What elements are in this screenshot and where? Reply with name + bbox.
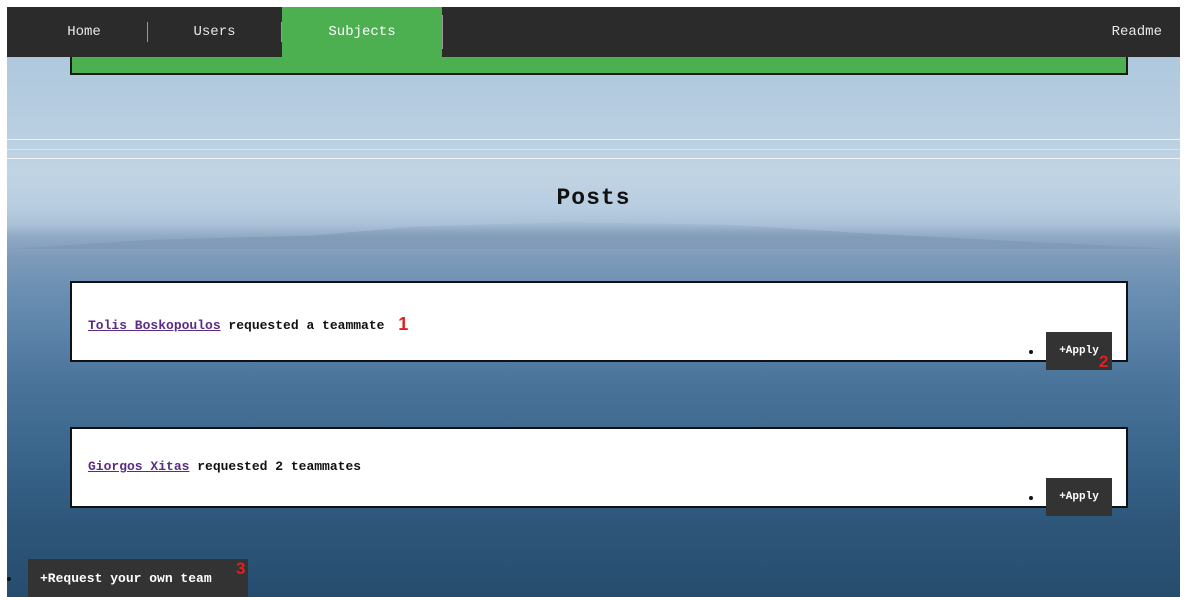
annotation-marker: 3 xyxy=(236,559,246,578)
nav-users-link[interactable]: Users xyxy=(148,7,281,57)
request-team-button[interactable]: +Request your own team xyxy=(28,559,248,597)
page-title: Posts xyxy=(556,185,631,211)
post-request-text: requested 2 teammates xyxy=(189,459,362,474)
list-bullet xyxy=(1029,496,1033,500)
top-navbar: Home Users Subjects Readme xyxy=(7,7,1180,57)
post-request-text: requested a teammate xyxy=(220,318,385,333)
post-card: Tolis Boskopoulos requested a teammate 1… xyxy=(70,281,1128,371)
post-card: Giorgos Xitas requested 2 teammates +App… xyxy=(70,427,1128,516)
annotation-marker: 2 xyxy=(1099,352,1109,371)
nav-home-link[interactable]: Home xyxy=(7,7,147,57)
subject-banner xyxy=(70,57,1128,75)
apply-button[interactable]: +Apply xyxy=(1046,478,1112,516)
divider-line xyxy=(7,149,1180,150)
post-user-link[interactable]: Tolis Boskopoulos xyxy=(88,318,221,333)
request-team-label: +Request your own team xyxy=(40,570,212,586)
divider-line xyxy=(7,158,1180,159)
list-bullet xyxy=(1029,350,1033,354)
post-text: Giorgos Xitas requested 2 teammates xyxy=(88,459,361,474)
nav-subjects-link[interactable]: Subjects xyxy=(282,7,442,57)
nav-separator xyxy=(442,15,443,49)
list-bullet xyxy=(7,577,11,581)
nav-readme-link[interactable]: Readme xyxy=(1112,7,1180,57)
divider-line xyxy=(7,139,1180,140)
post-text: Tolis Boskopoulos requested a teammate 1 xyxy=(88,313,408,334)
post-user-link[interactable]: Giorgos Xitas xyxy=(88,459,189,474)
annotation-marker: 1 xyxy=(398,314,409,334)
page-background: Home Users Subjects Readme Posts Tolis B… xyxy=(7,7,1180,597)
background-mountains xyxy=(7,222,1180,249)
